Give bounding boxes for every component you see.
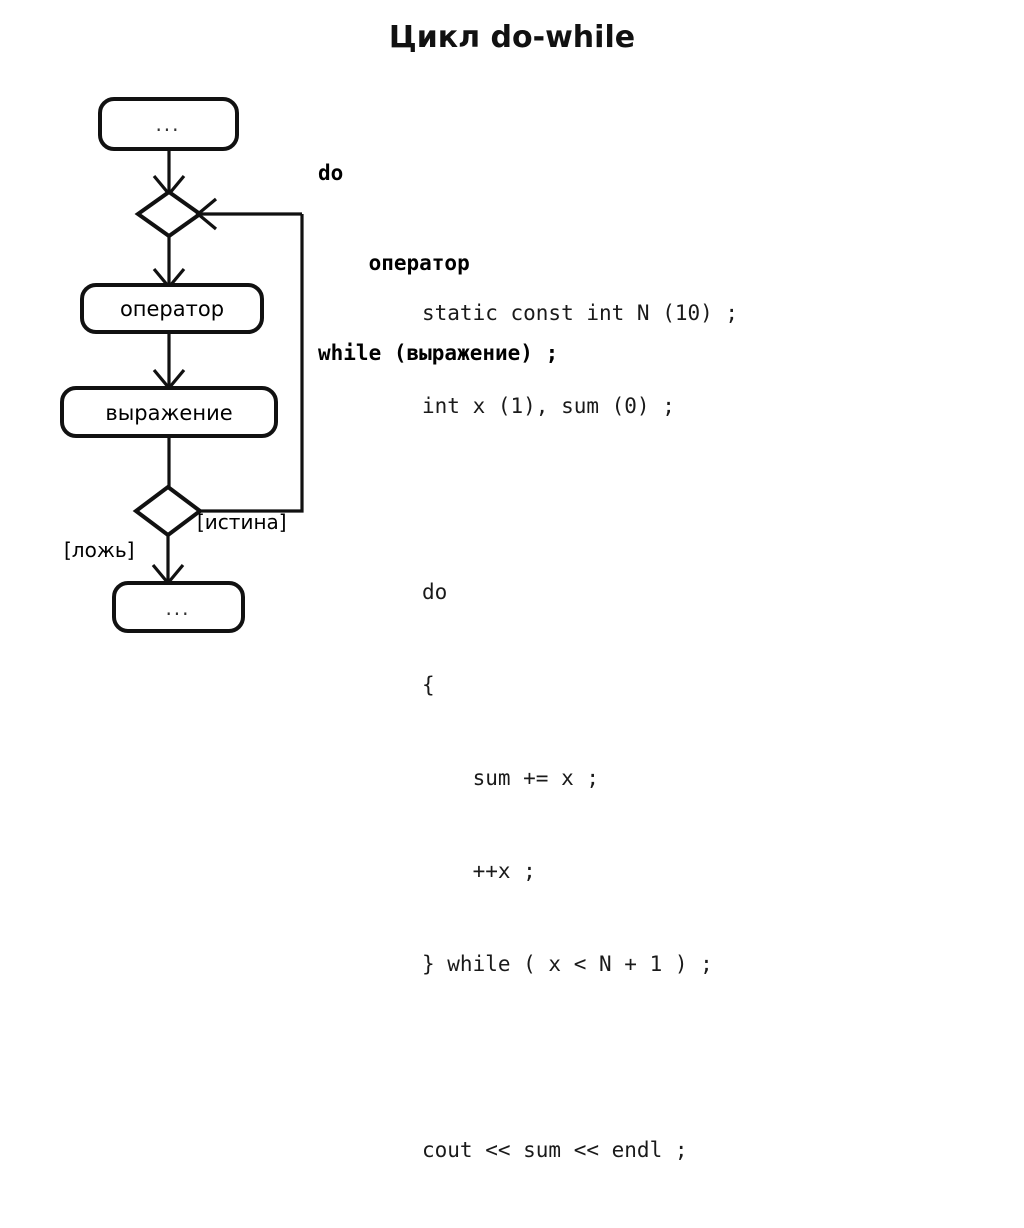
example-line: static const int N (10) ;: [422, 301, 739, 325]
example-line: } while ( x < N + 1 ) ;: [422, 952, 713, 976]
end-node-label: ...: [165, 596, 190, 620]
page-title: Цикл do-while: [388, 20, 636, 55]
example-line: int x (1), sum (0) ;: [422, 394, 675, 418]
example-line: sum += x ;: [422, 766, 600, 790]
condition-node-label: выражение: [105, 401, 232, 425]
start-node-label: ...: [155, 112, 180, 136]
example-line: do: [422, 580, 448, 604]
example-line: [422, 1042, 738, 1073]
syntax-line: do: [318, 161, 344, 185]
guard-false-label: [ложь]: [64, 538, 134, 562]
decision-node: [132, 484, 204, 538]
example-line: [422, 484, 738, 515]
example-line: {: [422, 673, 435, 697]
statement-node-label: оператор: [120, 297, 224, 321]
do-while-flowchart: ... оператор выражение [истина] [ложь] .…: [40, 80, 340, 660]
merge-node: [134, 189, 204, 239]
example-line: ++x ;: [422, 859, 536, 883]
slide-canvas: Цикл do-while ... оператор выражение [ис…: [0, 0, 1024, 1162]
guard-true-label: [истина]: [197, 510, 287, 534]
example-line: cout << sum << endl ;: [422, 1138, 688, 1162]
example-code-block: static const int N (10) ; int x (1), sum…: [422, 236, 738, 1228]
edge-decision-true-loopback: [200, 214, 304, 513]
